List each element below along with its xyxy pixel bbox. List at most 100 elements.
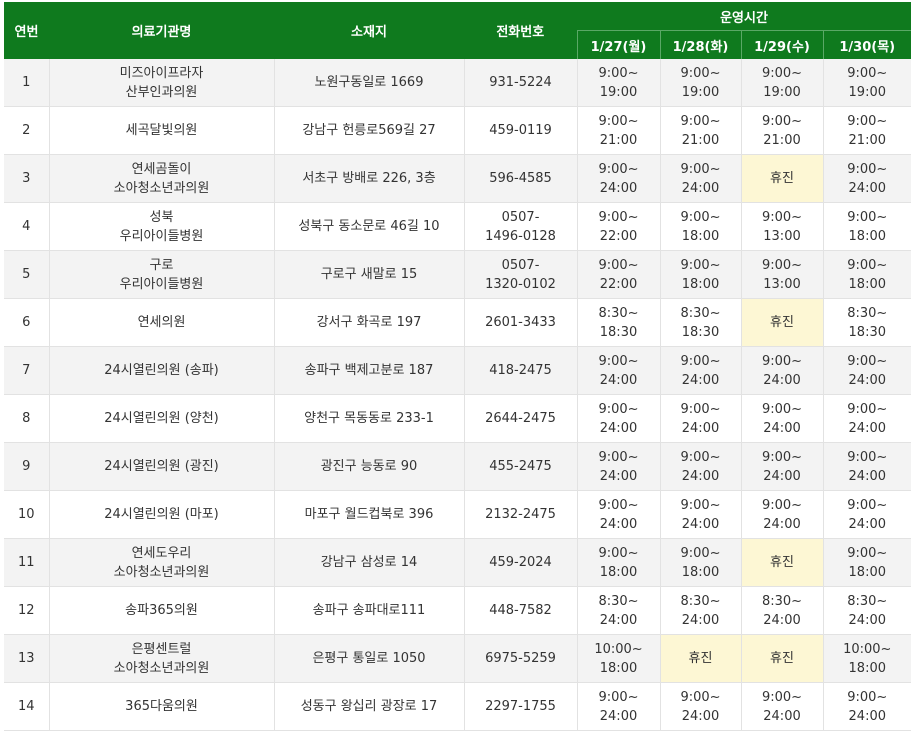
hours-line: 19:00 [763, 84, 801, 100]
clinic-phone: 455-2475 [463, 442, 577, 491]
hours-cell: 9:00~ 19:00 [740, 59, 823, 107]
clinic-name: 세곡달빛의원 [48, 106, 274, 155]
clinic-phone: 418-2475 [463, 346, 577, 395]
hours-line: 9:00~ [761, 113, 803, 129]
table-row: 9 24시열린의원 (광진) 광진구 능동로 90 455-2475 9:00~ 24:0… [4, 442, 912, 491]
clinic-name-line: 우리아이들병원 [119, 276, 204, 292]
hours-line: 24:00 [848, 468, 886, 484]
row-number: 14 [4, 682, 49, 731]
clinic-phone-line: 455-2475 [489, 459, 552, 474]
clinic-phone: 2132-2475 [463, 490, 577, 539]
hours-cell: 9:00~ 21:00 [740, 106, 823, 155]
hours-line: 24:00 [848, 708, 886, 724]
hours-line: 18:00 [681, 228, 720, 244]
row-number: 6 [4, 298, 49, 347]
hours-cell: 9:00~ 24:00 [576, 490, 660, 539]
hours-line: 9:00~ [847, 161, 888, 177]
table-row: 13 은평센트럴 소아청소년과의원 은평구 통일로 1050 6975-5259 10:0… [4, 634, 912, 683]
hours-line: 24:00 [681, 516, 720, 532]
row-number: 5 [4, 250, 49, 299]
hours-line: 24:00 [599, 420, 638, 436]
row-number: 10 [4, 490, 49, 539]
header-name: 의료기관명 [49, 2, 274, 59]
hours-closed-cell: 휴진 [740, 634, 823, 683]
hours-line: 24:00 [848, 612, 886, 628]
hours-cell: 9:00~ 24:00 [822, 490, 912, 539]
hours-cell: 9:00~ 19:00 [576, 59, 660, 107]
hours-line: 24:00 [848, 516, 886, 532]
header-day-2: 1/28(화) [659, 30, 741, 59]
hours-line: 9:00~ [680, 401, 721, 417]
clinic-address: 은평구 통일로 1050 [273, 634, 464, 683]
clinic-name-line: 24시열린의원 (광진) [104, 459, 219, 474]
hours-line: 9:00~ [598, 497, 639, 513]
hours-cell: 9:00~ 24:00 [576, 154, 660, 203]
hours-cell: 8:30~ 18:30 [659, 298, 741, 347]
clinic-name-line: 24시열린의원 (송파) [104, 363, 219, 378]
hours-line: 18:00 [848, 564, 886, 580]
hours-line: 8:30~ [598, 305, 639, 321]
hours-cell: 9:00~ 24:00 [822, 346, 912, 395]
row-number: 11 [4, 538, 49, 587]
hours-line: 24:00 [848, 372, 886, 388]
hours-cell: 10:00~ 18:00 [576, 634, 660, 683]
hours-line: 18:00 [848, 228, 886, 244]
clinic-address: 구로구 새말로 15 [273, 250, 464, 299]
clinic-address: 서초구 방배로 226, 3층 [273, 154, 464, 203]
hours-line: 21:00 [848, 132, 886, 148]
hours-cell: 9:00~ 24:00 [576, 346, 660, 395]
hours-cell: 9:00~ 19:00 [822, 59, 912, 107]
hours-line: 9:00~ [680, 545, 721, 561]
clinic-phone-line: 596-4585 [489, 171, 552, 186]
hours-cell: 9:00~ 22:00 [576, 202, 660, 251]
clinic-name-line: 구로 [149, 257, 174, 273]
hours-line: 10:00~ [843, 641, 892, 657]
row-number: 13 [4, 634, 49, 683]
hours-line: 24:00 [848, 420, 886, 436]
hours-line: 9:00~ [847, 209, 888, 225]
clinic-phone-line: 0507- [501, 209, 540, 225]
hours-line: 9:00~ [598, 65, 639, 81]
hours-line: 9:00~ [598, 257, 639, 273]
hours-line: 8:30~ [847, 305, 888, 321]
hours-line: 10:00~ [594, 641, 643, 657]
clinic-name: 24시열린의원 (마포) [48, 490, 274, 539]
clinic-name-line: 연세곰돌이 [131, 161, 192, 177]
hours-cell: 9:00~ 24:00 [576, 394, 660, 443]
hours-line: 9:00~ [598, 209, 639, 225]
row-number: 1 [4, 59, 49, 107]
table-header: 연번 의료기관명 소재지 전화번호 운영시간 1/27(월) 1/28(화) 1… [4, 2, 912, 59]
hours-cell: 9:00~ 24:00 [659, 394, 741, 443]
hours-cell: 8:30~ 24:00 [659, 586, 741, 635]
hours-line: 9:00~ [680, 209, 721, 225]
hours-line: 24:00 [681, 420, 720, 436]
hours-line: 9:00~ [761, 497, 803, 513]
clinic-name: 송파365의원 [48, 586, 274, 635]
hours-line: 18:30 [681, 324, 720, 340]
hours-cell: 9:00~ 21:00 [659, 106, 741, 155]
clinic-name: 365다움의원 [48, 682, 274, 731]
hours-line: 13:00 [763, 276, 801, 292]
clinic-name-line: 소아청소년과의원 [113, 660, 210, 676]
hours-line: 9:00~ [680, 353, 721, 369]
clinic-address: 강남구 삼성로 14 [273, 538, 464, 587]
clinic-phone-line: 2601-3433 [485, 315, 556, 330]
clinic-address: 광진구 능동로 90 [273, 442, 464, 491]
hours-line: 9:00~ [598, 689, 639, 705]
hours-line: 9:00~ [598, 401, 639, 417]
clinic-name-line: 산부인과의원 [125, 84, 198, 100]
hours-cell: 9:00~ 18:00 [822, 250, 912, 299]
hours-line: 9:00~ [680, 689, 721, 705]
hours-line: 9:00~ [680, 257, 721, 273]
hours-line: 24:00 [599, 180, 638, 196]
header-day-3: 1/29(수) [740, 30, 823, 59]
clinic-name: 성북 우리아이들병원 [48, 202, 274, 251]
hours-line: 24:00 [681, 708, 720, 724]
clinic-name-line: 우리아이들병원 [119, 228, 204, 244]
clinic-phone-line: 418-2475 [489, 363, 552, 378]
row-number: 12 [4, 586, 49, 635]
hours-cell: 9:00~ 22:00 [576, 250, 660, 299]
hours-line: 9:00~ [598, 449, 639, 465]
hours-cell: 8:30~ 24:00 [822, 586, 912, 635]
clinic-phone-line: 2644-2475 [485, 411, 556, 426]
